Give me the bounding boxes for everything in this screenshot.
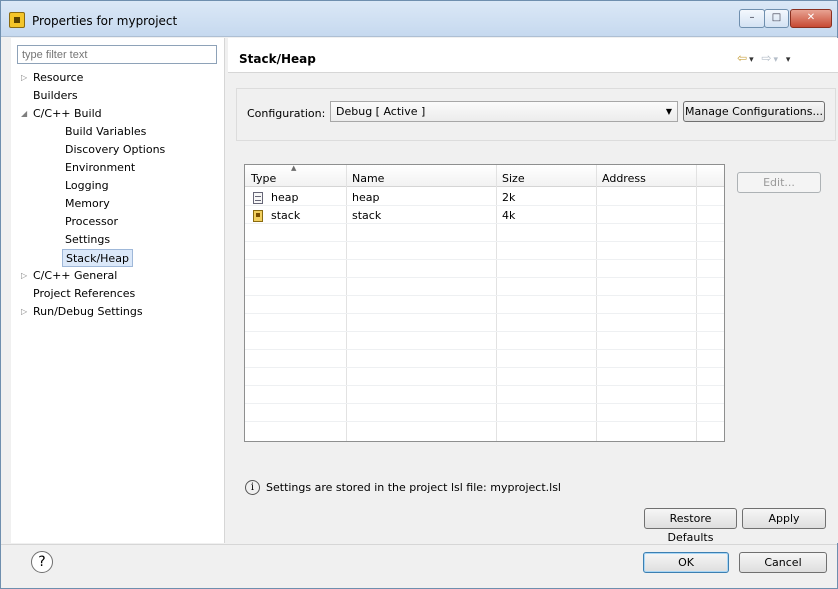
navigation-buttons: ⇦▾ ⇨▾ ▾ bbox=[737, 51, 792, 65]
filter-input[interactable] bbox=[17, 45, 217, 64]
footer-separator bbox=[1, 544, 837, 545]
view-menu-icon[interactable]: ▾ bbox=[786, 55, 793, 65]
maximize-button[interactable]: □ bbox=[764, 9, 789, 28]
column-header-type[interactable]: Type bbox=[251, 172, 276, 185]
row-divider bbox=[245, 313, 724, 314]
tree-item-logging[interactable]: Logging bbox=[65, 177, 109, 195]
back-menu-icon[interactable]: ▾ bbox=[749, 55, 756, 65]
tree-item-label: Build Variables bbox=[65, 125, 147, 138]
info-text: Settings are stored in the project lsl f… bbox=[266, 481, 561, 494]
tree-item-memory[interactable]: Memory bbox=[65, 195, 110, 213]
row-divider bbox=[245, 241, 724, 242]
column-divider bbox=[696, 165, 697, 441]
restore-defaults-button[interactable]: Restore Defaults bbox=[644, 508, 737, 544]
row-divider bbox=[245, 349, 724, 350]
collapse-icon[interactable]: ◢ bbox=[21, 105, 27, 123]
row-divider bbox=[245, 331, 724, 332]
row-divider bbox=[245, 295, 724, 296]
tree-item-label: Memory bbox=[65, 197, 110, 210]
close-button[interactable]: ✕ bbox=[790, 9, 832, 28]
tree-item-cpp-general[interactable]: ▷ C/C++ General bbox=[21, 267, 118, 285]
apply-button[interactable]: Apply bbox=[742, 508, 826, 529]
column-divider bbox=[496, 165, 497, 441]
page-title: Stack/Heap bbox=[239, 52, 316, 66]
expand-icon[interactable]: ▷ bbox=[21, 267, 27, 285]
tree-item-run-debug-settings[interactable]: ▷ Run/Debug Settings bbox=[21, 303, 143, 321]
tree-item-processor[interactable]: Processor bbox=[65, 213, 118, 231]
tree-item-label: Environment bbox=[65, 161, 136, 174]
cancel-button[interactable]: Cancel bbox=[739, 552, 827, 573]
tree-item-discovery-options[interactable]: Discovery Options bbox=[65, 141, 165, 159]
forward-arrow-icon[interactable]: ⇨ bbox=[761, 51, 773, 65]
tree-item-builders[interactable]: Builders bbox=[33, 87, 78, 105]
heap-icon bbox=[253, 192, 263, 204]
expand-icon[interactable]: ▷ bbox=[21, 303, 27, 321]
column-header-address[interactable]: Address bbox=[602, 172, 646, 185]
manage-configurations-button[interactable]: Manage Configurations... bbox=[683, 101, 825, 122]
expand-icon[interactable]: ▷ bbox=[21, 69, 27, 87]
tree-item-settings[interactable]: Settings bbox=[65, 231, 110, 249]
column-header-name[interactable]: Name bbox=[352, 172, 384, 185]
minimize-button[interactable]: – bbox=[739, 9, 765, 28]
tree-item-label: Discovery Options bbox=[65, 143, 166, 156]
forward-menu-icon[interactable]: ▾ bbox=[773, 55, 780, 65]
sort-ascending-icon: ▲ bbox=[291, 164, 297, 172]
row-divider bbox=[245, 223, 724, 224]
tree-item-label: Logging bbox=[65, 179, 109, 192]
row-divider bbox=[245, 277, 724, 278]
configuration-select[interactable]: Debug [ Active ] ▼ bbox=[330, 101, 678, 122]
info-icon: i bbox=[245, 480, 260, 495]
stack-heap-table[interactable]: Type ▲ Name Size Address heap heap 2k st… bbox=[244, 164, 725, 442]
title-bar[interactable]: Properties for myproject – □ ✕ bbox=[1, 1, 837, 37]
row-divider bbox=[245, 259, 724, 260]
tree-item-label: C/C++ Build bbox=[33, 107, 102, 120]
window-title: Properties for myproject bbox=[32, 14, 178, 28]
configuration-label: Configuration: bbox=[247, 107, 326, 120]
app-icon bbox=[9, 12, 25, 28]
row-divider bbox=[245, 205, 724, 206]
row-divider bbox=[245, 367, 724, 368]
column-divider bbox=[596, 165, 597, 441]
column-divider bbox=[346, 165, 347, 441]
tree-item-label: Settings bbox=[65, 233, 111, 246]
tree-item-environment[interactable]: Environment bbox=[65, 159, 135, 177]
ok-button[interactable]: OK bbox=[643, 552, 729, 573]
tree-item-label: Processor bbox=[65, 215, 118, 228]
stack-icon bbox=[253, 210, 263, 222]
tree-item-label: C/C++ General bbox=[33, 269, 118, 282]
properties-dialog: Properties for myproject – □ ✕ ▷ Resourc… bbox=[0, 0, 838, 589]
cell-size: 2k bbox=[502, 191, 516, 204]
row-divider bbox=[245, 403, 724, 404]
help-icon[interactable]: ? bbox=[31, 551, 53, 573]
tree-item-label: Builders bbox=[33, 89, 78, 102]
row-divider bbox=[245, 385, 724, 386]
tree-item-label: Stack/Heap bbox=[66, 252, 129, 265]
tree-item-label: Project References bbox=[33, 287, 136, 300]
edit-button[interactable]: Edit... bbox=[737, 172, 821, 193]
tree-item-resource[interactable]: ▷ Resource bbox=[21, 69, 84, 87]
back-arrow-icon[interactable]: ⇦ bbox=[737, 51, 749, 65]
cell-name: heap bbox=[352, 191, 380, 204]
tree-item-stack-heap[interactable]: Stack/Heap bbox=[62, 249, 133, 267]
cell-size: 4k bbox=[502, 209, 516, 222]
tree-item-build-variables[interactable]: Build Variables bbox=[65, 123, 146, 141]
dropdown-arrow-icon[interactable]: ▼ bbox=[666, 107, 672, 116]
tree-item-label: Run/Debug Settings bbox=[33, 305, 143, 318]
tree-item-label: Resource bbox=[33, 71, 84, 84]
cell-name: stack bbox=[352, 209, 382, 222]
tree-item-project-references[interactable]: Project References bbox=[33, 285, 135, 303]
cell-type: stack bbox=[271, 209, 301, 222]
configuration-value: Debug [ Active ] bbox=[336, 105, 426, 118]
cell-type: heap bbox=[271, 191, 299, 204]
tree-item-cpp-build[interactable]: ◢ C/C++ Build bbox=[21, 105, 102, 123]
column-header-size[interactable]: Size bbox=[502, 172, 525, 185]
table-header: Type ▲ Name Size Address bbox=[245, 164, 724, 187]
row-divider bbox=[245, 421, 724, 422]
